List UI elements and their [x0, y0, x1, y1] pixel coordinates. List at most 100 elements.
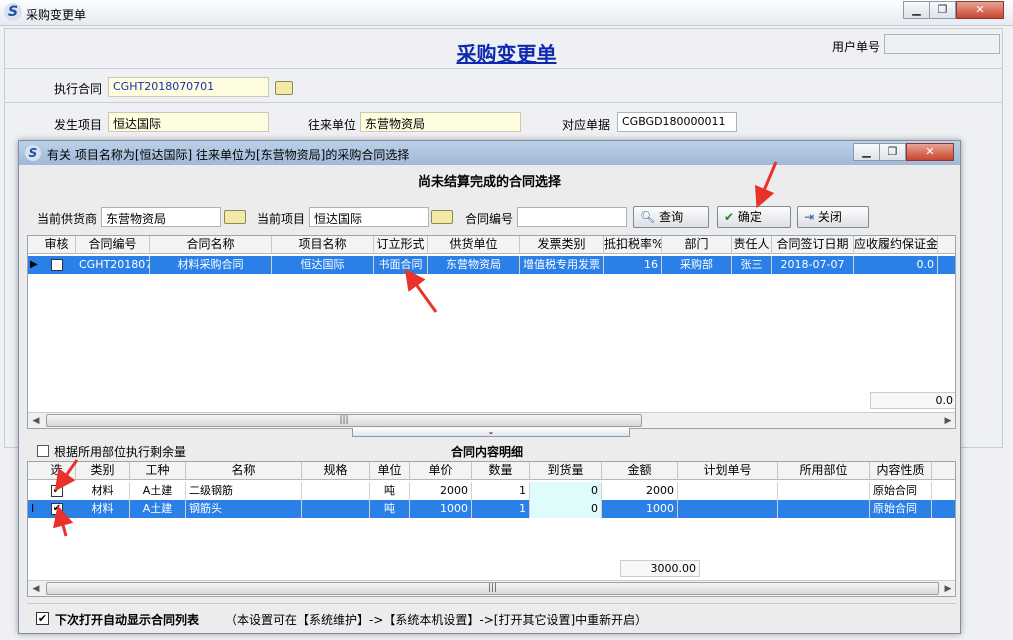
lookup-icon[interactable]	[431, 210, 453, 224]
table-cell: 二级钢筋	[186, 482, 302, 500]
column-header[interactable]: 到货量	[530, 462, 602, 480]
scroll-left-icon[interactable]: ◀	[28, 413, 44, 428]
row-checkbox[interactable]	[51, 259, 63, 271]
contract-grid: 审核 合同编号 合同名称 项目名称 订立形式 供货单位 发票类别 抵扣税率% 部门 责任人 合同签订…	[27, 235, 956, 429]
column-header[interactable]: 应收履约保证金	[854, 236, 938, 254]
column-header[interactable]: 计划单号	[678, 462, 778, 480]
app-logo-icon: S	[25, 145, 41, 161]
table-row[interactable]: ✔ 材料 A土建 二级钢筋吨 2000 1 0 2000 原始合同	[28, 482, 955, 500]
restore-icon[interactable]: ❐	[929, 1, 956, 19]
table-cell[interactable]: 0	[530, 482, 602, 500]
column-header[interactable]: 项目名称	[272, 236, 374, 254]
ref-field[interactable]: CGBGD180000011	[617, 112, 737, 132]
column-header[interactable]: 抵扣税率%	[604, 236, 662, 254]
column-header[interactable]: 规格	[302, 462, 370, 480]
column-header[interactable]: 审核	[38, 236, 76, 254]
supplier-field[interactable]: 东营物资局	[101, 207, 221, 227]
column-header[interactable]: 合同签订日期	[772, 236, 854, 254]
column-header[interactable]: 选	[38, 462, 76, 480]
column-header[interactable]: 内容性质	[870, 462, 932, 480]
table-cell	[302, 500, 370, 518]
table-cell: 恒达国际	[272, 256, 374, 274]
contract-field[interactable]: CGHT2018070701	[108, 77, 269, 97]
table-row[interactable]: ✔ 材料 A土建 钢筋头吨 1000 1 0 1000 原始合同	[28, 500, 955, 518]
dialog-heading: 尚未结算完成的合同选择	[417, 175, 561, 190]
scroll-thumb[interactable]: |||	[46, 414, 642, 427]
column-header[interactable]: 合同名称	[150, 236, 272, 254]
lookup-icon[interactable]	[224, 210, 246, 224]
project-filter-label: 当前项目	[257, 212, 306, 226]
contract-hscrollbar[interactable]: ◀ ||| ▶	[28, 412, 955, 428]
auto-show-label: 下次打开自动显示合同列表	[55, 613, 200, 627]
scroll-right-icon[interactable]: ▶	[940, 581, 955, 596]
contract-grid-header: 审核 合同编号 合同名称 项目名称 订立形式 供货单位 发票类别 抵扣税率% 部门 责任人 合同签订…	[28, 236, 955, 254]
table-cell: A土建	[130, 482, 186, 500]
details-hscrollbar[interactable]: ◀ ||| ▶	[28, 580, 955, 596]
table-cell: 1000	[602, 500, 678, 518]
column-header[interactable]: 名称	[186, 462, 302, 480]
user-no-field[interactable]	[884, 34, 1000, 54]
splitter-handle[interactable]: ⌄	[352, 428, 630, 437]
column-header[interactable]: 部门	[662, 236, 732, 254]
table-cell: 书面合同	[374, 256, 428, 274]
auto-show-checkbox[interactable]: ✔	[36, 612, 49, 625]
search-icon: 🔍︎	[640, 210, 656, 224]
table-cell: 1	[472, 500, 530, 518]
table-row[interactable]: CGHT2018070701材料采购合同恒达国际书面合同东营物资局增值税专用发票…	[28, 256, 955, 274]
project-filter-field[interactable]: 恒达国际	[309, 207, 429, 227]
table-cell: 2000	[410, 482, 472, 500]
remaining-label: 根据所用部位执行剩余量	[54, 445, 187, 459]
table-cell: 钢筋头	[186, 500, 302, 518]
auto-show-note: （本设置可在【系统维护】->【系统本机设置】->[打开其它设置]中重新开启）	[225, 613, 648, 627]
close-icon[interactable]: ✕	[956, 1, 1004, 19]
main-titlebar: S 采购变更单 ▁ ❐ ✕	[0, 0, 1013, 26]
column-header[interactable]: 数量	[472, 462, 530, 480]
table-cell: 1	[472, 482, 530, 500]
user-no-label: 用户单号	[832, 40, 881, 54]
column-header[interactable]: 单位	[370, 462, 410, 480]
column-header[interactable]: 金额	[602, 462, 678, 480]
restore-icon[interactable]: ❐	[879, 143, 906, 161]
column-header[interactable]: 单价	[410, 462, 472, 480]
close-button-label: 关闭	[817, 210, 842, 224]
query-button[interactable]: 🔍︎ 查询	[633, 206, 709, 228]
row-pointer-icon: ▶	[30, 259, 38, 270]
close-button[interactable]: ⇥ 关闭	[797, 206, 869, 228]
column-header[interactable]: 工种	[130, 462, 186, 480]
table-cell: A土建	[130, 500, 186, 518]
remaining-checkbox[interactable]	[37, 445, 49, 457]
contract-no-label: 合同编号	[465, 212, 514, 226]
table-cell: 材料	[76, 500, 130, 518]
details-total: 3000.00	[620, 560, 700, 577]
column-header[interactable]: 合同编号	[76, 236, 150, 254]
close-icon[interactable]: ✕	[906, 143, 954, 161]
checkmark-icon: ✔	[724, 210, 735, 224]
table-cell: 吨	[370, 482, 410, 500]
table-cell: 采购部	[662, 256, 732, 274]
scroll-thumb[interactable]: |||	[46, 582, 939, 595]
table-cell[interactable]: 0	[530, 500, 602, 518]
scroll-left-icon[interactable]: ◀	[28, 581, 44, 596]
column-header[interactable]: 发票类别	[520, 236, 604, 254]
table-cell	[302, 482, 370, 500]
scroll-right-icon[interactable]: ▶	[940, 413, 955, 428]
minimize-icon[interactable]: ▁	[903, 1, 930, 19]
column-header[interactable]: 所用部位	[778, 462, 870, 480]
lookup-icon[interactable]	[275, 81, 293, 95]
column-header[interactable]: 类别	[76, 462, 130, 480]
unit-field[interactable]: 东营物资局	[360, 112, 521, 132]
minimize-icon[interactable]: ▁	[853, 143, 880, 161]
column-header[interactable]: 供货单位	[428, 236, 520, 254]
contract-select-dialog: S 有关 项目名称为[恒达国际] 往来单位为[东营物资局]的采购合同选择 ▁ ❐…	[18, 140, 961, 634]
divider	[4, 102, 1003, 103]
table-cell	[678, 500, 778, 518]
project-field[interactable]: 恒达国际	[108, 112, 269, 132]
row-checkbox[interactable]: ✔	[51, 485, 63, 497]
contract-no-field[interactable]	[517, 207, 627, 227]
row-checkbox[interactable]: ✔	[51, 503, 63, 515]
dialog-title: 有关 项目名称为[恒达国际] 往来单位为[东营物资局]的采购合同选择	[47, 148, 410, 162]
confirm-button[interactable]: ✔ 确定	[717, 206, 791, 228]
column-header[interactable]: 订立形式	[374, 236, 428, 254]
column-header[interactable]: 责任人	[732, 236, 772, 254]
table-cell: CGHT2018070701	[76, 256, 150, 274]
